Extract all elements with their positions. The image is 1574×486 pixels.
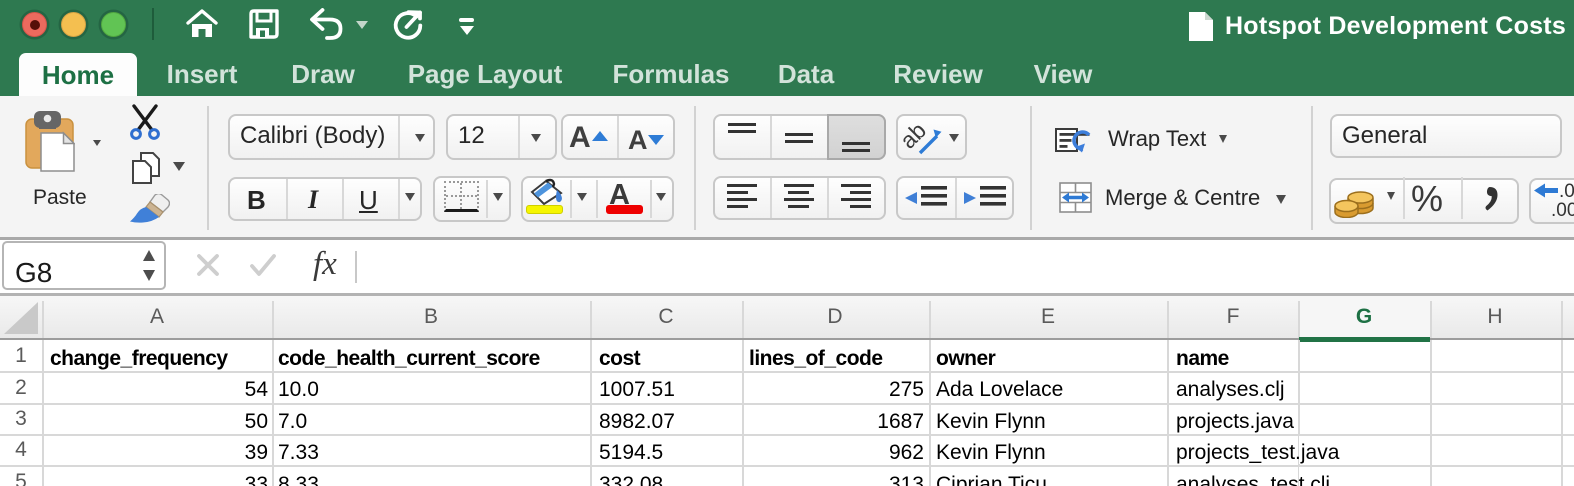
svg-text:.00: .00 (1551, 200, 1574, 218)
svg-text:.0: .0 (1559, 181, 1574, 202)
